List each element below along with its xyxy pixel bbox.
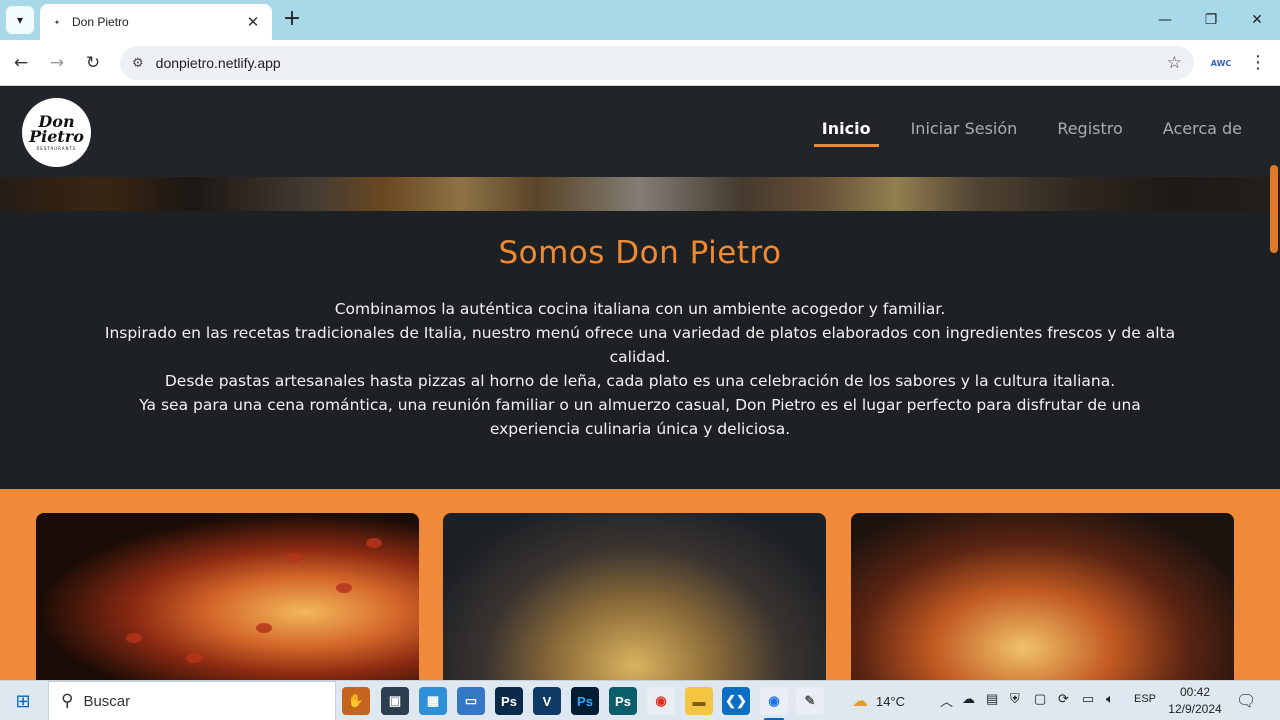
tray-chevron-icon[interactable]: ︿ (940, 691, 953, 710)
browser-tab-bar: ▾ ✦ Don Pietro ✕ + — ❐ ✕ (0, 0, 1280, 40)
windows-start-icon[interactable]: ⊞ (8, 689, 38, 713)
browser-menu-icon[interactable]: ⋮ (1248, 52, 1268, 74)
site-logo[interactable]: Don Pietro RESTAURANTE (22, 98, 91, 167)
notifications-icon[interactable]: 🗨︎ (1236, 691, 1256, 710)
pizza-image[interactable] (36, 513, 419, 680)
new-tab-icon[interactable]: + (281, 8, 303, 30)
page-scrollbar[interactable] (1270, 165, 1278, 253)
media-app-icon[interactable]: ▣ (381, 687, 409, 715)
meet-icon[interactable]: ▢ (1034, 691, 1046, 707)
address-bar[interactable]: ⚙ donpietro.netlify.app ☆ (120, 46, 1194, 80)
security-icon[interactable]: ▤ (986, 691, 998, 707)
nav-registro[interactable]: Registro (1049, 117, 1130, 147)
onedrive-icon[interactable]: ☁ (962, 691, 975, 707)
logo-text-line2: Pietro (29, 127, 84, 146)
weather-temp: 14°C (876, 693, 906, 709)
window-close-icon[interactable]: ✕ (1234, 0, 1280, 40)
network-icon[interactable]: ▭ (1082, 691, 1094, 707)
about-line-2: Inspirado en las recetas tradicionales d… (104, 324, 1176, 366)
nav-inicio[interactable]: Inicio (813, 117, 879, 147)
baseball-glove-app-icon[interactable]: ✋ (342, 687, 370, 715)
updates-icon[interactable]: ⟳ (1058, 691, 1069, 707)
weather-icon: ☁ (852, 693, 868, 710)
clock-time: 00:42 (1179, 685, 1211, 699)
web-page: Don Pietro RESTAURANTE Inicio Iniciar Se… (0, 87, 1280, 680)
photoshop-app-icon[interactable]: Ps (495, 687, 523, 715)
calculator-app-icon[interactable]: ▦ (419, 687, 447, 715)
file-explorer-icon[interactable]: ▬ (685, 687, 713, 715)
extension-icon[interactable]: AWC (1210, 55, 1232, 71)
tab-favicon-icon: ✦ (53, 17, 61, 27)
weather-widget[interactable]: ☁ 14°C (852, 691, 905, 711)
about-paragraph: Combinamos la auténtica cocina italiana … (100, 297, 1180, 441)
dishes-section (0, 489, 1280, 680)
clock-date: 12/9/2024 (1168, 702, 1222, 716)
about-section: Somos Don Pietro Combinamos la auténtica… (0, 211, 1280, 489)
chrome-active-app-icon[interactable]: ◉ (760, 687, 788, 715)
language-indicator[interactable]: ESP (1134, 693, 1156, 705)
lasagna-image[interactable] (851, 513, 1234, 680)
tab-title: Don Pietro (72, 15, 129, 29)
rice-pan-image[interactable] (443, 513, 826, 680)
search-icon: ⚲ (61, 691, 74, 711)
about-line-4: Ya sea para una cena romántica, una reun… (139, 396, 1141, 438)
volume-icon[interactable]: 🔈︎ (1106, 691, 1114, 707)
shield-icon[interactable]: ⛨ (1010, 691, 1020, 707)
tab-close-icon[interactable]: ✕ (244, 13, 262, 31)
windows-taskbar: ⊞ ⚲ Buscar ✋ ▣ ▦ ▭ Ps V Ps Ps ◉ ▬ ❮❯ ◉ ✎… (0, 680, 1280, 720)
site-info-icon[interactable]: ⚙ (132, 56, 144, 71)
about-line-3: Desde pastas artesanales hasta pizzas al… (164, 372, 1116, 390)
about-title: Somos Don Pietro (498, 235, 782, 271)
bookmark-star-icon[interactable]: ☆ (1167, 53, 1182, 73)
url-text[interactable]: donpietro.netlify.app (156, 55, 1167, 71)
reload-icon[interactable]: ↻ (80, 50, 106, 76)
taskbar-clock[interactable]: 00:42 12/9/2024 (1166, 684, 1224, 718)
chrome-app-icon[interactable]: ◉ (647, 687, 675, 715)
browser-tab[interactable]: ✦ Don Pietro ✕ (40, 4, 272, 40)
taskbar-search[interactable]: ⚲ Buscar (48, 681, 336, 720)
minimize-icon[interactable]: — (1142, 0, 1188, 40)
paint-app-icon[interactable]: ✎ (796, 687, 824, 715)
restore-icon[interactable]: ❐ (1188, 0, 1234, 40)
back-icon[interactable]: ← (8, 50, 34, 76)
hero-banner-image (0, 177, 1280, 211)
computer-app-icon[interactable]: ▭ (457, 687, 485, 715)
nav-acerca-de[interactable]: Acerca de (1155, 117, 1250, 147)
forward-icon[interactable]: → (44, 50, 70, 76)
visio-app-icon[interactable]: V (533, 687, 561, 715)
about-line-1: Combinamos la auténtica cocina italiana … (334, 300, 946, 318)
site-nav: Inicio Iniciar Sesión Registro Acerca de (813, 117, 1250, 147)
photoshop-alt-app-icon[interactable]: Ps (571, 687, 599, 715)
logo-text-line3: RESTAURANTE (36, 146, 77, 151)
vscode-app-icon[interactable]: ❮❯ (722, 687, 750, 715)
search-placeholder: Buscar (83, 692, 131, 710)
site-header: Don Pietro RESTAURANTE Inicio Iniciar Se… (0, 87, 1280, 177)
photoshop-teal-app-icon[interactable]: Ps (609, 687, 637, 715)
nav-iniciar-sesion[interactable]: Iniciar Sesión (903, 117, 1026, 147)
browser-toolbar: ← → ↻ ⚙ donpietro.netlify.app ☆ (0, 40, 1280, 86)
tab-search-dropdown-icon[interactable]: ▾ (6, 6, 34, 34)
